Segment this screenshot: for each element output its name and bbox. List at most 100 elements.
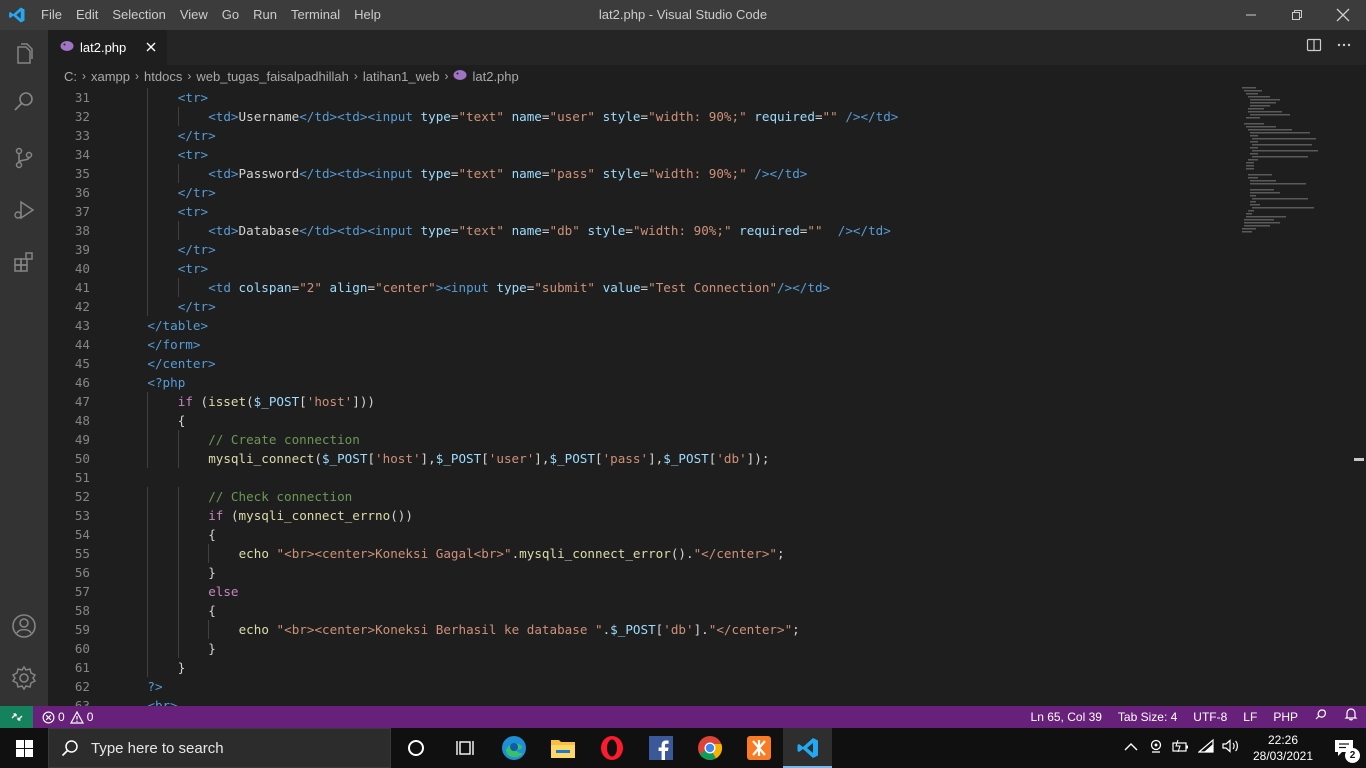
feedback-icon[interactable] xyxy=(1306,706,1336,728)
language-mode[interactable]: PHP xyxy=(1265,706,1306,728)
code-line[interactable]: 53 if (mysqli_connect_errno()) xyxy=(48,506,1228,525)
xampp-app[interactable] xyxy=(734,728,783,768)
menu-edit[interactable]: Edit xyxy=(69,0,105,30)
edge-app[interactable] xyxy=(489,728,538,768)
menu-selection[interactable]: Selection xyxy=(105,0,172,30)
taskbar-search-box[interactable]: Type here to search xyxy=(48,728,391,768)
webcam-icon[interactable] xyxy=(1144,738,1168,759)
code-line[interactable]: 31 <tr> xyxy=(48,88,1228,107)
action-center-button[interactable]: 2 xyxy=(1322,728,1366,768)
search-icon[interactable] xyxy=(0,78,48,126)
more-actions-icon[interactable] xyxy=(1336,37,1352,58)
code-line[interactable]: 38 <td>Database</td><td><input type = "text… xyxy=(48,221,1228,240)
breadcrumb-item[interactable]: C: xyxy=(64,69,77,84)
code-token: style xyxy=(602,109,641,124)
code-line[interactable]: 35 <td>Password</td><td><input type = "text… xyxy=(48,164,1228,183)
breadcrumb-item[interactable]: web_tugas_faisalpadhillah xyxy=(196,69,349,84)
code-line[interactable]: 43 </table> xyxy=(48,316,1228,335)
menu-help[interactable]: Help xyxy=(347,0,388,30)
code-token: ; xyxy=(776,546,785,561)
code-line[interactable]: 40 <tr> xyxy=(48,259,1228,278)
close-window-button[interactable] xyxy=(1320,0,1366,30)
code-token: type xyxy=(496,280,527,295)
code-line[interactable]: 52 // Check connection xyxy=(48,487,1228,506)
code-line[interactable]: 62 ?> xyxy=(48,677,1228,696)
breadcrumb-item[interactable]: latihan1_web xyxy=(363,69,440,84)
menu-file[interactable]: File xyxy=(34,0,69,30)
code-line[interactable]: 46 <?php xyxy=(48,373,1228,392)
split-editor-icon[interactable] xyxy=(1306,37,1322,58)
code-line[interactable]: 56} xyxy=(48,563,1228,582)
accounts-icon[interactable] xyxy=(0,602,48,650)
menu-terminal[interactable]: Terminal xyxy=(284,0,347,30)
explorer-icon[interactable] xyxy=(0,30,48,78)
code-line[interactable]: 39 </tr> xyxy=(48,240,1228,259)
code-line[interactable]: 41 <td colspan="2" align="center"><input … xyxy=(48,278,1228,297)
notifications-bell-icon[interactable] xyxy=(1336,706,1366,728)
breadcrumb-item[interactable]: xampp xyxy=(91,69,130,84)
code-token: colspan xyxy=(238,280,292,295)
code-line[interactable]: 50 mysqli_connect($_POST['host'],$_POST['… xyxy=(48,449,1228,468)
code-line[interactable]: 42 </tr> xyxy=(48,297,1228,316)
restore-button[interactable] xyxy=(1274,0,1320,30)
cortana-button[interactable] xyxy=(391,728,440,768)
remote-indicator-button[interactable] xyxy=(0,706,33,728)
end-of-line[interactable]: LF xyxy=(1235,706,1265,728)
run-debug-icon[interactable] xyxy=(0,186,48,234)
code-line[interactable]: 49 // Create connection xyxy=(48,430,1228,449)
code-line[interactable]: 48 { xyxy=(48,411,1228,430)
manage-gear-icon[interactable] xyxy=(0,654,48,702)
code-line[interactable]: 57 else xyxy=(48,582,1228,601)
code-line[interactable]: 34 <tr> xyxy=(48,145,1228,164)
source-control-icon[interactable] xyxy=(0,134,48,182)
vertical-scrollbar[interactable] xyxy=(1352,87,1366,706)
opera-app[interactable] xyxy=(587,728,636,768)
menu-run[interactable]: Run xyxy=(246,0,284,30)
code-line[interactable]: 51 xyxy=(48,468,1228,487)
code-line[interactable]: 60} xyxy=(48,639,1228,658)
code-line[interactable]: 36 </tr> xyxy=(48,183,1228,202)
code-line[interactable]: 54 { xyxy=(48,525,1228,544)
facebook-icon xyxy=(648,736,673,760)
code-line[interactable]: 33 </tr> xyxy=(48,126,1228,145)
code-line[interactable]: 32 <td>Username</td><td><input type = "text… xyxy=(48,107,1228,126)
tab-size[interactable]: Tab Size: 4 xyxy=(1110,706,1185,728)
code-line[interactable]: 47 if (isset($_POST['host'])) xyxy=(48,392,1228,411)
volume-icon[interactable] xyxy=(1218,738,1244,758)
start-button[interactable] xyxy=(0,728,48,768)
tab-close-icon[interactable] xyxy=(143,39,159,55)
minimap[interactable] xyxy=(1238,87,1348,706)
breadcrumb-item[interactable]: lat2.php xyxy=(472,69,518,84)
tab-lat2-php[interactable]: lat2.php xyxy=(48,30,167,65)
file-explorer-app[interactable] xyxy=(538,728,587,768)
code-line[interactable]: 58 { xyxy=(48,601,1228,620)
cursor-position[interactable]: Ln 65, Col 39 xyxy=(1023,706,1110,728)
problems-indicator[interactable]: 0 0 xyxy=(42,710,93,724)
code-line[interactable]: 44 </form> xyxy=(48,335,1228,354)
facebook-app[interactable] xyxy=(636,728,685,768)
menu-go[interactable]: Go xyxy=(215,0,246,30)
code-line[interactable]: 63 <br> xyxy=(48,696,1228,706)
folder-icon xyxy=(550,740,575,758)
battery-icon[interactable] xyxy=(1168,739,1194,758)
code-line[interactable]: 55 echo "<br><center>Koneksi Gagal<br>".m… xyxy=(48,544,1228,563)
breadcrumb-item[interactable]: htdocs xyxy=(144,69,182,84)
wifi-icon[interactable] xyxy=(1194,738,1218,758)
code-line[interactable]: 61} xyxy=(48,658,1228,677)
chevron-up-icon[interactable] xyxy=(1118,739,1144,757)
minimize-button[interactable] xyxy=(1228,0,1274,30)
encoding[interactable]: UTF-8 xyxy=(1185,706,1235,728)
menu-view[interactable]: View xyxy=(173,0,215,30)
extensions-icon[interactable] xyxy=(0,238,48,286)
code-line[interactable]: 59 echo "<br><center>Koneksi Berhasil ke … xyxy=(48,620,1228,639)
chrome-app[interactable] xyxy=(685,728,734,768)
task-view-button[interactable] xyxy=(440,728,489,768)
vscode-app[interactable] xyxy=(783,728,832,768)
clock[interactable]: 22:26 28/03/2021 xyxy=(1244,732,1322,764)
code-editor[interactable]: 31 <tr> 32 <td>Username</td><td><input type… xyxy=(48,87,1366,706)
indent-guide xyxy=(147,164,149,183)
code-line[interactable]: 45 </center> xyxy=(48,354,1228,373)
code-line[interactable]: 37 <tr> xyxy=(48,202,1228,221)
